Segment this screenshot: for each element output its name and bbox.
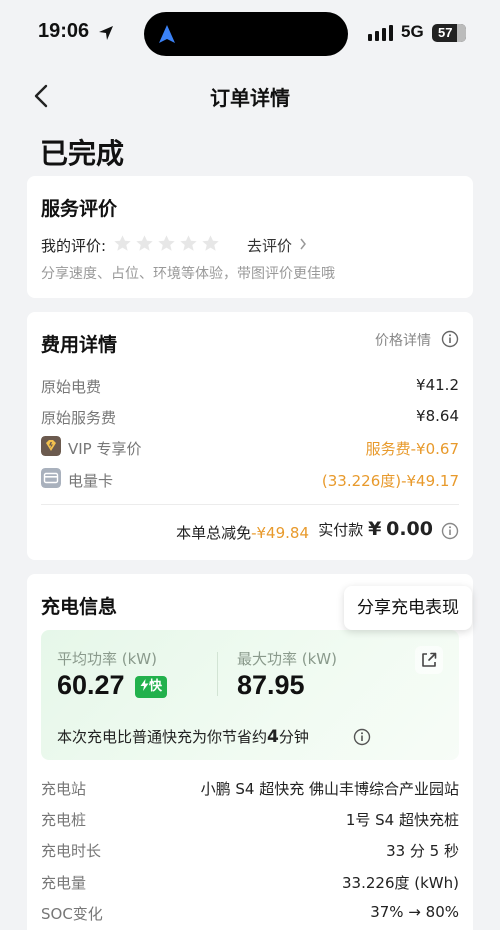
saving-suffix: 分钟 <box>278 728 309 746</box>
star-icon[interactable] <box>135 234 154 253</box>
fee-row-energy-card: 电量卡 (33.226度)-¥49.17 <box>41 468 459 490</box>
power-divider <box>217 652 218 696</box>
card-icon <box>41 468 61 488</box>
fee-label: 原始服务费 <box>41 409 117 427</box>
total-paid: 实付款 ¥ 0.00 <box>318 518 433 540</box>
info-label: 充电桩 <box>41 811 87 829</box>
rating-hint: 分享速度、占位、环境等体验，带图评价更佳哦 <box>41 266 335 282</box>
paid-label: 实付款 <box>318 521 364 539</box>
info-row-energy: 充电量 33.226度 (kWh) <box>41 870 459 892</box>
fee-label: 电量卡 <box>68 472 114 490</box>
fee-label: 原始电费 <box>41 378 102 396</box>
saving-prefix: 本次充电比普通快充为你节省约 <box>57 728 268 746</box>
share-button[interactable] <box>415 646 443 674</box>
info-value: 1号 S4 超快充桩 <box>345 811 459 829</box>
info-icon[interactable] <box>441 330 459 348</box>
battery-level: 57 <box>438 25 453 40</box>
status-bar: 19:06 5G 57 <box>0 0 500 64</box>
fee-value: (33.226度)-¥49.17 <box>321 472 459 490</box>
price-detail-link[interactable]: 价格详情 <box>375 330 431 350</box>
vip-diamond-icon <box>41 436 61 456</box>
total-reduce-value: -¥49.84 <box>251 524 309 542</box>
network-type: 5G <box>401 22 424 41</box>
fast-charge-badge: 快 <box>135 676 168 698</box>
avg-power-value: 60.27 <box>57 670 125 700</box>
signal-bars-icon <box>368 25 393 41</box>
info-value: 小鹏 S4 超快充 佛山丰博综合产业园站 <box>200 780 459 798</box>
chevron-right-icon[interactable] <box>299 237 307 251</box>
star-icon[interactable] <box>201 234 220 253</box>
battery-icon: 57 <box>432 24 466 42</box>
navigation-arrow-icon <box>159 25 175 43</box>
fee-title: 费用详情 <box>41 334 118 356</box>
info-value: 37% → 80% <box>370 903 459 921</box>
share-icon[interactable] <box>415 646 443 674</box>
fee-value: ¥8.64 <box>416 407 459 425</box>
power-summary: 平均功率 (kW) 60.27 快 最大功率 (kW) 87.95 本次充电比普… <box>41 630 459 760</box>
info-label: 充电站 <box>41 780 87 798</box>
rating-stars[interactable] <box>113 234 220 253</box>
paid-currency: ¥ <box>368 518 382 540</box>
fee-row-vip: VIP 专享价 服务费-¥0.67 <box>41 436 459 458</box>
info-value: 33 分 5 秒 <box>386 842 459 860</box>
saving-minutes: 4 <box>267 727 279 747</box>
max-power-label: 最大功率 (kW) <box>237 650 337 668</box>
lightning-icon <box>140 679 149 691</box>
fast-badge-text: 快 <box>149 679 163 694</box>
my-rating-label: 我的评价: <box>41 237 107 255</box>
fee-card: 费用详情 价格详情 原始电费 ¥41.2 原始服务费 ¥8.64 VIP 专享价… <box>27 312 473 560</box>
info-icon[interactable] <box>353 728 371 746</box>
location-arrow-icon <box>99 26 113 40</box>
fee-row-service: 原始服务费 ¥8.64 <box>41 405 459 427</box>
info-row-duration: 充电时长 33 分 5 秒 <box>41 838 459 860</box>
total-reduce-label: 本单总减免 <box>176 524 252 542</box>
rating-title: 服务评价 <box>41 198 118 220</box>
fee-value: ¥41.2 <box>416 376 459 394</box>
star-icon[interactable] <box>179 234 198 253</box>
info-row-soc: SOC变化 37% → 80% <box>41 901 459 923</box>
saving-text: 本次充电比普通快充为你节省约4分钟 <box>57 726 309 747</box>
info-label: 充电时长 <box>41 842 102 860</box>
page-title: 订单详情 <box>210 86 290 110</box>
share-tooltip: 分享充电表现 <box>344 586 472 630</box>
rating-row: 我的评价: 去评价 <box>41 232 461 256</box>
divider <box>41 504 459 505</box>
battery-fill <box>457 24 466 42</box>
nav-bar: 订单详情 <box>0 74 500 118</box>
fee-row-electricity: 原始电费 ¥41.2 <box>41 374 459 396</box>
star-icon[interactable] <box>157 234 176 253</box>
info-value: 33.226度 (kWh) <box>342 874 459 892</box>
info-icon[interactable] <box>441 522 459 540</box>
info-label: 充电量 <box>41 874 87 892</box>
info-row-station: 充电站 小鹏 S4 超快充 佛山丰博综合产业园站 <box>41 776 459 798</box>
info-row-pile: 充电桩 1号 S4 超快充桩 <box>41 807 459 829</box>
order-status-title: 已完成 <box>40 137 125 170</box>
total-reduce: 本单总减免-¥49.84 <box>176 522 309 543</box>
total-row: 本单总减免-¥49.84 实付款 ¥ 0.00 <box>39 518 459 544</box>
paid-amount: 0.00 <box>386 518 433 540</box>
star-icon[interactable] <box>113 234 132 253</box>
status-time: 19:06 <box>38 20 90 42</box>
fee-value: 服务费-¥0.67 <box>365 440 459 458</box>
rating-card: 服务评价 我的评价: 去评价 分享速度、占位、环境等体验，带图评价更佳哦 <box>27 176 473 298</box>
fee-label: VIP 专享价 <box>68 440 142 458</box>
avg-power-label: 平均功率 (kW) <box>57 650 157 668</box>
info-label: SOC变化 <box>41 905 103 923</box>
max-power-value: 87.95 <box>237 670 305 700</box>
charging-title: 充电信息 <box>41 596 118 618</box>
go-rate-link[interactable]: 去评价 <box>247 235 292 256</box>
